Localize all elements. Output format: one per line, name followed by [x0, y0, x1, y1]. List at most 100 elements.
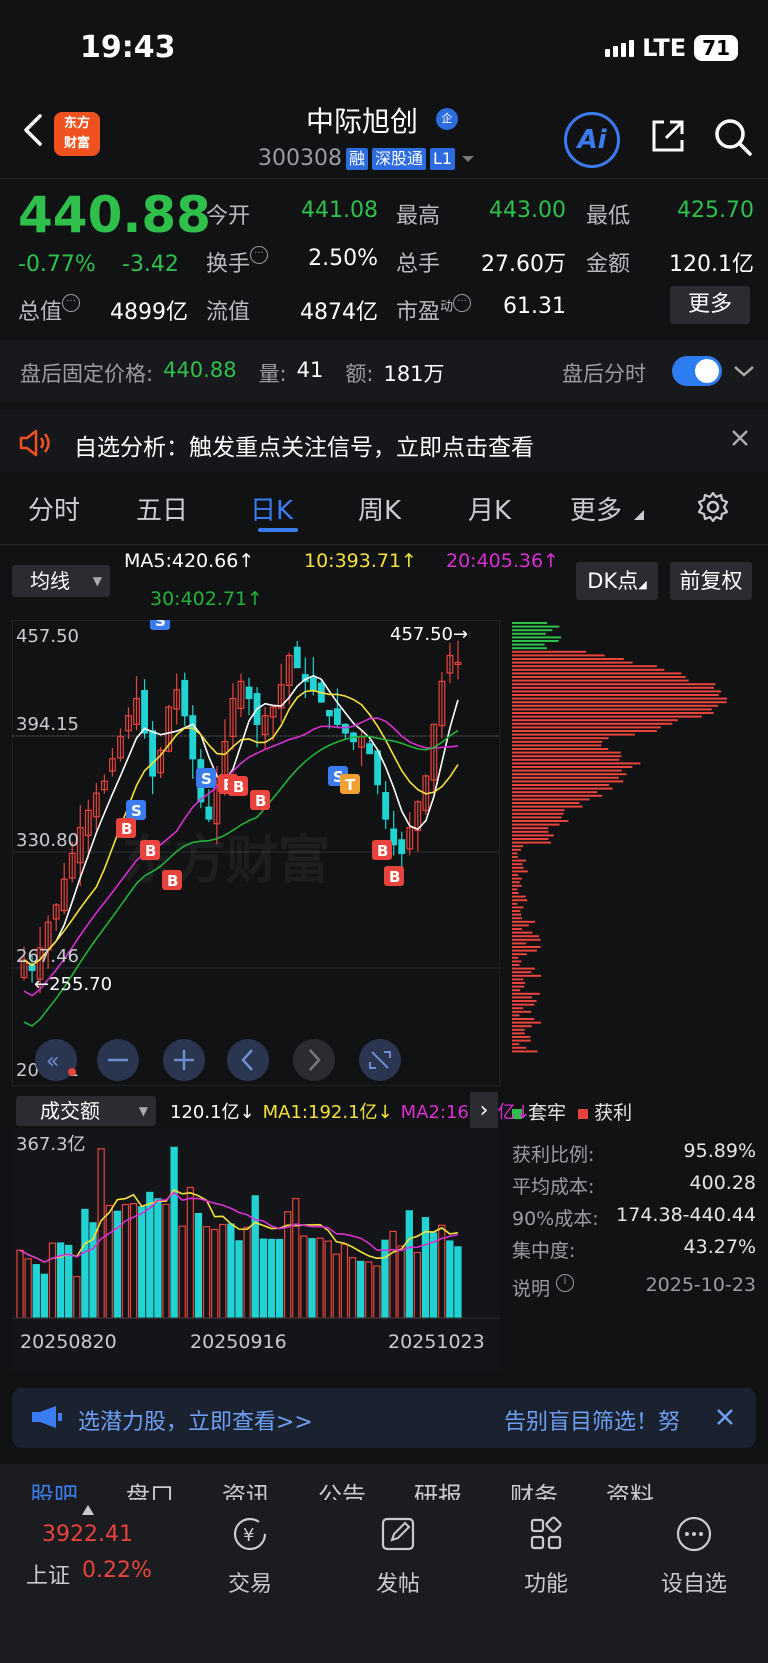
volume-label: 总手	[396, 252, 441, 277]
settings-gear-icon[interactable]	[696, 490, 730, 524]
chip-row-avg-cost: 平均成本: 400.28	[512, 1172, 756, 1198]
volume-bar	[446, 1240, 454, 1319]
chip-bar	[512, 629, 553, 632]
adjust-button[interactable]: 前复权	[670, 562, 752, 600]
tag-level: L1	[430, 147, 456, 170]
candle	[277, 663, 285, 723]
tab-announcements[interactable]: 公告	[318, 1476, 366, 1500]
svg-text:«: «	[46, 1049, 59, 1074]
signal-mark: S	[126, 800, 146, 820]
banner-close-icon[interactable]	[714, 1406, 736, 1428]
info-icon[interactable]: ···	[250, 246, 269, 264]
volume-value: 27.60万	[481, 252, 566, 277]
svg-text:S: S	[131, 802, 142, 820]
info-icon[interactable]: i	[556, 1274, 575, 1292]
chip-bar	[512, 780, 624, 783]
tab-forum[interactable]: 股吧	[30, 1476, 78, 1500]
candle	[117, 728, 124, 762]
more-dots-icon	[676, 1516, 712, 1552]
info-icon[interactable]: ···	[453, 294, 472, 312]
search-icon[interactable]	[712, 116, 754, 158]
volume-max-label: 367.3亿	[16, 1134, 86, 1155]
chip-bar	[512, 989, 521, 992]
tab-five-day[interactable]: 五日	[136, 490, 188, 527]
tab-trade[interactable]: ¥ 交易	[210, 1514, 290, 1598]
share-icon[interactable]	[648, 116, 688, 156]
volume-bar	[235, 1240, 243, 1319]
tab-day-k[interactable]: 日K	[250, 490, 293, 527]
enterprise-badge: 企	[436, 108, 458, 130]
signal-mark: B	[384, 866, 404, 886]
signal-mark: B	[228, 776, 248, 796]
volume-bar	[429, 1232, 438, 1319]
high-marker: 457.50→	[390, 624, 468, 645]
svg-text:S: S	[155, 620, 166, 630]
signal-icon	[605, 39, 635, 57]
chip-bar	[512, 744, 602, 747]
chip-bar	[512, 881, 520, 884]
chip-bar	[512, 805, 583, 808]
active-tab-indicator	[258, 528, 298, 532]
chip-bar	[512, 769, 622, 772]
chip-bar	[512, 895, 526, 898]
chip-bar	[512, 766, 633, 768]
chip-bar	[512, 1010, 532, 1013]
speaker-icon	[19, 429, 50, 457]
open-label: 今开	[206, 204, 251, 229]
candle	[108, 748, 116, 777]
svg-text:B: B	[377, 842, 388, 860]
chip-bar	[512, 928, 522, 930]
tab-month-k[interactable]: 月K	[468, 490, 511, 527]
tab-functions[interactable]: 功能	[506, 1514, 586, 1598]
stock-name: 中际旭创	[306, 105, 419, 138]
more-button[interactable]: 更多	[670, 286, 750, 324]
tab-research[interactable]: 研报	[414, 1476, 462, 1500]
dk-point-button[interactable]: DK点◢	[576, 562, 658, 600]
chip-bar	[512, 647, 547, 650]
info-icon[interactable]: ···	[62, 294, 81, 312]
signal-mark: B	[162, 870, 182, 890]
tab-post[interactable]: 发帖	[358, 1514, 438, 1598]
chip-bar	[512, 931, 533, 934]
close-icon[interactable]	[728, 426, 752, 450]
chip-bar	[512, 1050, 538, 1053]
tab-add-watchlist[interactable]: 设自选	[654, 1514, 734, 1598]
chip-bar	[512, 791, 598, 794]
chip-bar	[512, 776, 619, 779]
chip-bar	[512, 838, 549, 840]
stock-code-row[interactable]: 300308 融 深股通 L1	[258, 146, 477, 171]
tab-intraday[interactable]: 分时	[28, 490, 80, 527]
tab-more[interactable]: 更多	[570, 490, 622, 527]
megaphone-icon	[32, 1406, 62, 1428]
app-logo[interactable]: 东方 财富	[54, 112, 100, 156]
next-indicator-button[interactable]: ›	[470, 1092, 498, 1130]
ma-select[interactable]: 均线 ▼	[12, 565, 110, 597]
y-label-267: 267.46	[16, 946, 79, 967]
volume-bar	[454, 1246, 462, 1319]
tab-news[interactable]: 资讯	[222, 1476, 270, 1500]
candle	[125, 707, 132, 740]
candle	[189, 705, 197, 779]
chevron-down-icon[interactable]	[732, 362, 756, 380]
chip-bar	[512, 830, 549, 833]
chip-bar	[512, 640, 559, 642]
volume-bar	[56, 1242, 65, 1319]
after-hours-toggle[interactable]	[672, 356, 722, 386]
tab-order-book[interactable]: 盘口	[126, 1476, 174, 1500]
candle	[181, 672, 189, 727]
tab-week-k[interactable]: 周K	[358, 490, 401, 527]
chip-bar	[512, 946, 541, 948]
tab-profile[interactable]: 资料	[606, 1476, 654, 1500]
volume-bar	[194, 1212, 203, 1319]
back-icon[interactable]	[18, 112, 48, 148]
signal-mark: T	[340, 774, 360, 794]
index-summary[interactable]: 上证 0.22%	[26, 1558, 152, 1590]
tab-financials[interactable]: 财务	[510, 1476, 558, 1500]
volume-indicator-select[interactable]: 成交额 ▼	[16, 1096, 156, 1126]
y-label-457: 457.50	[16, 626, 79, 647]
ai-button[interactable]: Ai	[564, 112, 620, 168]
chip-bar	[512, 1003, 535, 1006]
kline-chart[interactable]: 东方财富 457.50 394.15 330.80 267.46 204.11 …	[12, 620, 500, 1086]
trade-icon: ¥	[233, 1517, 267, 1551]
chip-bar	[512, 1007, 524, 1010]
